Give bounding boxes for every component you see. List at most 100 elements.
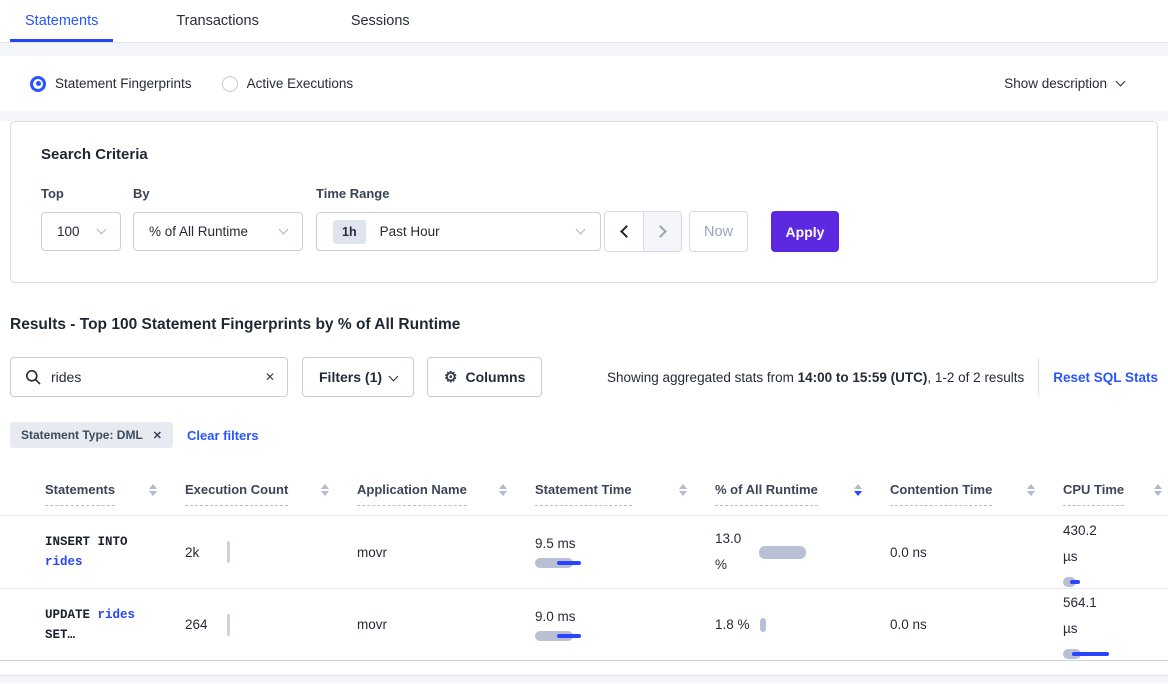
statement-link[interactable]: rides	[98, 608, 136, 622]
application-name-value: movr	[357, 617, 387, 632]
sort-icon-active-desc[interactable]	[854, 484, 862, 496]
chevron-down-icon	[1116, 77, 1126, 87]
search-criteria-card: Search Criteria Top By Time Range 100 % …	[10, 121, 1158, 283]
bottom-gap	[0, 661, 1168, 675]
table-row[interactable]: INSERT INTO rides 2k movr 9.5 ms 13.0 % …	[0, 515, 1168, 588]
time-next-button[interactable]	[643, 212, 681, 251]
search-input[interactable]	[51, 369, 255, 385]
stats-prefix: Showing aggregated stats from	[607, 370, 798, 385]
columns-button[interactable]: ⚙ Columns	[427, 357, 542, 397]
column-label: Execution Count	[185, 482, 288, 506]
filters-button[interactable]: Filters (1)	[302, 357, 414, 397]
divider-strip	[0, 111, 1168, 121]
remove-filter-icon[interactable]: ✕	[153, 429, 162, 442]
execution-count-bar	[227, 614, 230, 636]
show-description-label: Show description	[1004, 76, 1107, 91]
clear-search-icon[interactable]: ✕	[265, 370, 275, 384]
chevron-down-icon	[279, 225, 289, 235]
statement-link[interactable]: rides	[45, 555, 83, 569]
clear-filters-link[interactable]: Clear filters	[187, 428, 259, 443]
column-header-statements[interactable]: Statements	[45, 482, 185, 498]
time-range-value: Past Hour	[380, 224, 440, 239]
vertical-divider	[1038, 359, 1039, 395]
search-icon	[25, 369, 41, 385]
radio-button-icon[interactable]	[30, 76, 46, 92]
application-name-value: movr	[357, 545, 387, 560]
column-header-contention-time[interactable]: Contention Time	[890, 482, 1063, 498]
cpu-time-cell: 564.1 µs	[1063, 590, 1168, 659]
columns-button-label: Columns	[465, 369, 525, 385]
sql-activity-page: Statements Transactions Sessions Stateme…	[0, 0, 1168, 684]
statement-time-value: 9.5 ms	[535, 536, 715, 551]
sort-icon[interactable]	[149, 484, 157, 496]
time-range-select[interactable]: 1h Past Hour	[316, 212, 601, 251]
by-label: By	[133, 186, 150, 201]
sort-icon[interactable]	[1154, 484, 1162, 496]
gear-icon: ⚙	[444, 370, 457, 385]
filter-chip-statement-type[interactable]: Statement Type: DML ✕	[10, 422, 173, 448]
statement-fingerprint-cell: UPDATE rides SET…	[45, 605, 185, 645]
statement-time-cell: 9.0 ms	[535, 609, 715, 641]
search-box[interactable]: ✕	[10, 357, 288, 397]
bottom-strip	[0, 675, 1168, 683]
divider-strip-top	[0, 43, 1168, 56]
radio-active-executions[interactable]: Active Executions	[222, 76, 354, 92]
column-header-pct-all-runtime[interactable]: % of All Runtime	[715, 482, 890, 498]
execution-count-value: 264	[185, 617, 208, 632]
search-criteria-title: Search Criteria	[41, 146, 148, 163]
contention-time-cell: 0.0 ns	[890, 617, 1063, 632]
time-range-badge: 1h	[333, 220, 366, 244]
column-header-execution-count[interactable]: Execution Count	[185, 482, 357, 498]
table-row[interactable]: UPDATE rides SET… 264 movr 9.0 ms 1.8 % …	[0, 588, 1168, 661]
application-name-cell: movr	[357, 545, 535, 560]
filters-button-label: Filters (1)	[319, 369, 382, 385]
tab-sessions[interactable]: Sessions	[336, 3, 425, 42]
sort-icon[interactable]	[499, 484, 507, 496]
aggregated-stats-text: Showing aggregated stats from 14:00 to 1…	[607, 370, 1024, 385]
tab-sessions-label: Sessions	[351, 13, 410, 29]
pct-runtime-bar	[760, 618, 766, 632]
top-tab-bar: Statements Transactions Sessions	[0, 0, 1168, 43]
execution-count-bar	[227, 541, 230, 563]
sort-icon[interactable]	[1027, 484, 1035, 496]
sort-icon[interactable]	[679, 484, 687, 496]
column-label: CPU Time	[1063, 482, 1124, 506]
top-label: Top	[41, 186, 64, 201]
column-header-cpu-time[interactable]: CPU Time	[1063, 482, 1168, 498]
active-filters-row: Statement Type: DML ✕ Clear filters	[10, 422, 1158, 448]
column-header-application-name[interactable]: Application Name	[357, 482, 535, 498]
execution-count-cell: 264	[185, 617, 357, 632]
radio-active-executions-label: Active Executions	[247, 76, 354, 91]
time-range-label: Time Range	[316, 186, 389, 201]
show-description-toggle[interactable]: Show description	[1004, 76, 1138, 91]
column-label: Statements	[45, 482, 115, 506]
pct-runtime-value: 1.8 %	[715, 617, 750, 632]
statement-fingerprint-cell: INSERT INTO rides	[45, 532, 185, 572]
top-select[interactable]: 100	[41, 212, 121, 251]
apply-button[interactable]: Apply	[771, 211, 839, 252]
radio-button-icon[interactable]	[222, 76, 238, 92]
contention-time-value: 0.0 ns	[890, 617, 927, 632]
stats-time-range: 14:00 to 15:59 (UTC)	[798, 370, 928, 385]
statement-keyword: SET…	[45, 628, 75, 642]
cpu-time-bar	[1063, 649, 1168, 659]
view-toggle-bar: Statement Fingerprints Active Executions…	[0, 56, 1168, 111]
cpu-time-bar	[1063, 577, 1168, 587]
statement-time-cell: 9.5 ms	[535, 536, 715, 568]
radio-statement-fingerprints[interactable]: Statement Fingerprints	[30, 76, 192, 92]
pct-runtime-cell: 1.8 %	[715, 617, 890, 632]
by-select[interactable]: % of All Runtime	[133, 212, 303, 251]
execution-count-cell: 2k	[185, 545, 357, 560]
sort-icon[interactable]	[321, 484, 329, 496]
time-prev-button[interactable]	[605, 212, 643, 251]
column-header-statement-time[interactable]: Statement Time	[535, 482, 715, 498]
tab-transactions-label: Transactions	[176, 13, 258, 29]
tab-statements[interactable]: Statements	[10, 3, 113, 42]
chevron-right-icon	[654, 225, 667, 238]
statement-keyword: UPDATE	[45, 608, 98, 622]
now-button[interactable]: Now	[689, 211, 748, 252]
column-label: Application Name	[357, 482, 467, 506]
tab-transactions[interactable]: Transactions	[161, 3, 273, 42]
pct-runtime-value: 13.0 %	[715, 526, 753, 578]
reset-sql-stats-link[interactable]: Reset SQL Stats	[1053, 370, 1158, 385]
